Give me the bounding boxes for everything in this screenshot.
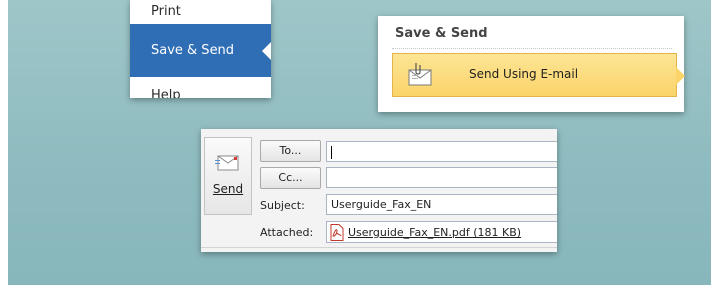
pointer-arrow — [676, 67, 685, 85]
menu-item-save-and-send[interactable]: Save & Send — [130, 24, 271, 77]
divider — [201, 247, 557, 248]
subject-value: Userguide_Fax_EN — [331, 198, 432, 211]
send-using-email-label: Send Using E-mail — [469, 67, 579, 81]
to-field[interactable] — [326, 141, 557, 162]
attached-label: Attached: — [260, 226, 314, 239]
pdf-icon — [330, 224, 344, 241]
text-cursor — [331, 145, 332, 159]
to-button[interactable]: To... — [260, 140, 321, 162]
envelope-paperclip-icon — [408, 63, 432, 86]
menu-item-help[interactable]: Help — [130, 88, 271, 98]
panel-title: Save & Send — [395, 26, 488, 41]
cc-button[interactable]: Cc... — [260, 167, 321, 189]
menu-item-print[interactable]: Print — [130, 4, 271, 24]
file-menu: Print Save & Send Help — [130, 0, 271, 98]
divider — [392, 48, 672, 49]
subject-label: Subject: — [260, 199, 305, 212]
cc-field[interactable] — [326, 167, 557, 188]
attachment-field[interactable]: Userguide_Fax_EN.pdf (181 KB) — [326, 221, 557, 243]
send-label: Send — [212, 182, 244, 196]
attachment-link[interactable]: Userguide_Fax_EN.pdf (181 KB) — [348, 223, 521, 242]
send-using-email-button[interactable]: Send Using E-mail — [392, 53, 685, 97]
subject-field[interactable]: Userguide_Fax_EN — [326, 194, 557, 215]
save-send-panel: Save & Send Send Using E-mail — [378, 16, 685, 112]
send-button[interactable]: Send — [204, 137, 252, 215]
email-compose-window: Send To... Cc... Subject: Attached: User… — [201, 129, 557, 252]
selection-arrow — [262, 42, 271, 60]
envelope-send-icon — [215, 155, 239, 171]
menu-item-label: Save & Send — [151, 43, 235, 58]
